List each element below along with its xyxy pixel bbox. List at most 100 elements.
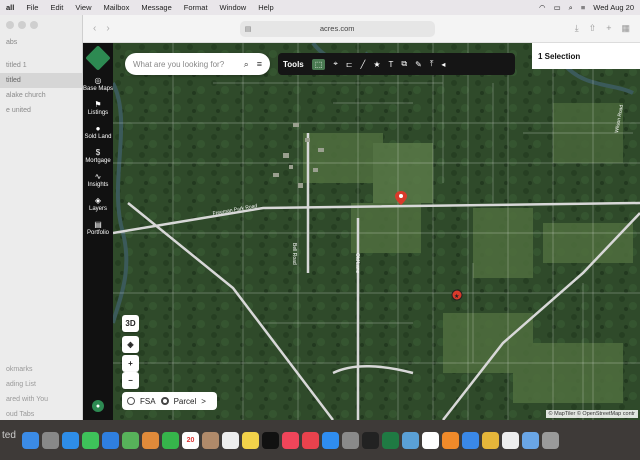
downloads-icon[interactable] (522, 431, 539, 449)
menu-help[interactable]: Help (258, 3, 273, 12)
sidebar-tab-group[interactable]: abs (0, 35, 82, 50)
nav-mortgage[interactable]: $ Mortgage (85, 149, 110, 165)
menu-message[interactable]: Message (141, 3, 171, 12)
upload-tool-icon[interactable]: ⤒ (430, 59, 434, 69)
fsa-radio[interactable] (127, 397, 135, 405)
search-spotlight-icon[interactable]: ⌕ (569, 3, 573, 13)
sidebar-cloud-tabs[interactable]: oud Tabs (0, 405, 82, 420)
minimize-window-icon[interactable] (18, 21, 26, 29)
nav-insights[interactable]: ∿ Insights (88, 173, 109, 189)
nav-listings[interactable]: ⚑ Listings (88, 101, 108, 117)
acres-logo-icon[interactable] (85, 45, 111, 71)
notes-icon[interactable] (242, 431, 259, 449)
music-icon[interactable] (282, 431, 299, 449)
trash-icon[interactable] (542, 431, 559, 449)
search-input[interactable]: What are you looking for? (133, 60, 224, 69)
menu-mailbox[interactable]: Mailbox (104, 3, 130, 12)
sidebar-tab-group[interactable]: alake church (0, 88, 82, 103)
calendar-icon[interactable]: 20 (182, 431, 199, 449)
browser-sidebar: abs titled 1 titled alake church e unite… (0, 15, 83, 420)
launchpad-icon[interactable] (42, 431, 59, 449)
menu-view[interactable]: View (75, 3, 91, 12)
document-icon[interactable] (502, 431, 519, 449)
selection-panel[interactable]: 1 Selection (532, 43, 640, 69)
terminal-icon[interactable] (362, 431, 379, 449)
nav-sold-land[interactable]: ● Sold Land (84, 125, 111, 141)
star-tool-icon[interactable]: ★ (373, 60, 380, 69)
safari-icon[interactable] (62, 431, 79, 449)
photos-icon[interactable] (142, 431, 159, 449)
sidebar-reading-list[interactable]: ading List (0, 375, 82, 390)
new-tab-icon[interactable]: + (606, 23, 611, 34)
chevron-right-icon[interactable]: > (201, 397, 206, 406)
sidebar-shared-with-you[interactable]: ared with You (0, 390, 82, 405)
fsa-label[interactable]: FSA (140, 397, 156, 406)
page-settings-icon[interactable]: ▤ (245, 25, 252, 33)
menu-file[interactable]: File (26, 3, 38, 12)
close-window-icon[interactable] (6, 21, 14, 29)
keynote-icon[interactable] (462, 431, 479, 449)
line-tool-icon[interactable]: ╱ (361, 60, 366, 69)
reminders-icon[interactable] (222, 431, 239, 449)
share-icon[interactable]: ⇧ (589, 23, 597, 34)
appstore-icon[interactable] (322, 431, 339, 449)
nav-base-maps[interactable]: ◎ Base Maps (83, 77, 113, 93)
parcel-label[interactable]: Parcel (174, 397, 197, 406)
menu-clock[interactable]: Wed Aug 20 (593, 3, 634, 12)
sidebar-tab-group[interactable]: e united (0, 103, 82, 118)
satellite-map[interactable]: Freeman Park Road Bell Road Old Lane Wil… (113, 43, 640, 420)
map-attribution[interactable]: © MapTiler © OpenStreetMap contr (545, 410, 638, 418)
messages-icon[interactable] (82, 431, 99, 449)
text-tool-icon[interactable]: T (389, 60, 394, 69)
measure-tool-icon[interactable]: ⊏ (346, 60, 353, 69)
nav-portfolio[interactable]: ▤ Portfolio (87, 221, 109, 237)
collapse-toolbar-icon[interactable]: ◂ (441, 60, 445, 69)
pen-tool-icon[interactable]: ✎ (415, 60, 422, 69)
layers-stack-icon[interactable]: ◈ (122, 336, 139, 353)
menu-window[interactable]: Window (220, 3, 247, 12)
excel-icon[interactable] (382, 431, 399, 449)
finder-icon[interactable] (22, 431, 39, 449)
news-icon[interactable] (302, 431, 319, 449)
search-icon[interactable]: ⌕ (244, 59, 249, 70)
contacts-icon[interactable] (202, 431, 219, 449)
forward-icon[interactable]: › (106, 23, 109, 34)
map-canvas[interactable]: Freeman Park Road Bell Road Old Lane Wil… (113, 43, 640, 420)
zoom-in-button[interactable]: + (122, 355, 139, 372)
chrome-icon[interactable] (482, 431, 499, 449)
maps-icon[interactable] (122, 431, 139, 449)
tab-overview-icon[interactable]: ▦ (621, 23, 630, 34)
nav-layers[interactable]: ◈ Layers (89, 197, 107, 213)
battery-icon[interactable]: ▭ (554, 3, 561, 12)
mail-icon[interactable] (102, 431, 119, 449)
zoom-out-button[interactable]: − (122, 372, 139, 389)
settings-icon[interactable] (342, 431, 359, 449)
wifi-icon[interactable]: ◠ (539, 3, 546, 12)
sidebar-bookmarks[interactable]: okmarks (0, 360, 82, 375)
selected-parcel-marker-icon[interactable]: ★ (451, 289, 463, 301)
toggle-3d-button[interactable]: 3D (122, 315, 139, 332)
select-tool-icon[interactable]: ⬚ (311, 58, 326, 70)
back-icon[interactable]: ‹ (93, 23, 96, 34)
menu-edit[interactable]: Edit (50, 3, 63, 12)
zoom-window-icon[interactable] (30, 21, 38, 29)
menu-format[interactable]: Format (184, 3, 208, 12)
sidebar-tab-group-selected[interactable]: titled (0, 73, 82, 88)
parcel-radio[interactable] (160, 397, 169, 405)
control-center-icon[interactable]: ≡ (581, 3, 585, 12)
screenshot-icon[interactable] (402, 431, 419, 449)
shape-tool-icon[interactable]: ⧉ (401, 59, 407, 69)
user-avatar[interactable]: ● (92, 400, 104, 412)
pages-icon[interactable] (442, 431, 459, 449)
point-select-tool-icon[interactable]: ⌖ (333, 59, 338, 69)
tv-icon[interactable] (262, 431, 279, 449)
menu-app-name[interactable]: all (6, 3, 14, 12)
sidebar-tab-group[interactable]: titled 1 (0, 58, 82, 73)
nav-label: Layers (88, 206, 107, 212)
search-bar[interactable]: What are you looking for? ⌕ ≡ (125, 53, 270, 75)
filter-icon[interactable]: ≡ (257, 59, 262, 69)
download-icon[interactable]: ⤓ (575, 23, 579, 34)
facetime-icon[interactable] (162, 431, 179, 449)
freeform-icon[interactable] (422, 431, 439, 449)
address-bar[interactable]: ▤ acres.com (239, 20, 435, 37)
